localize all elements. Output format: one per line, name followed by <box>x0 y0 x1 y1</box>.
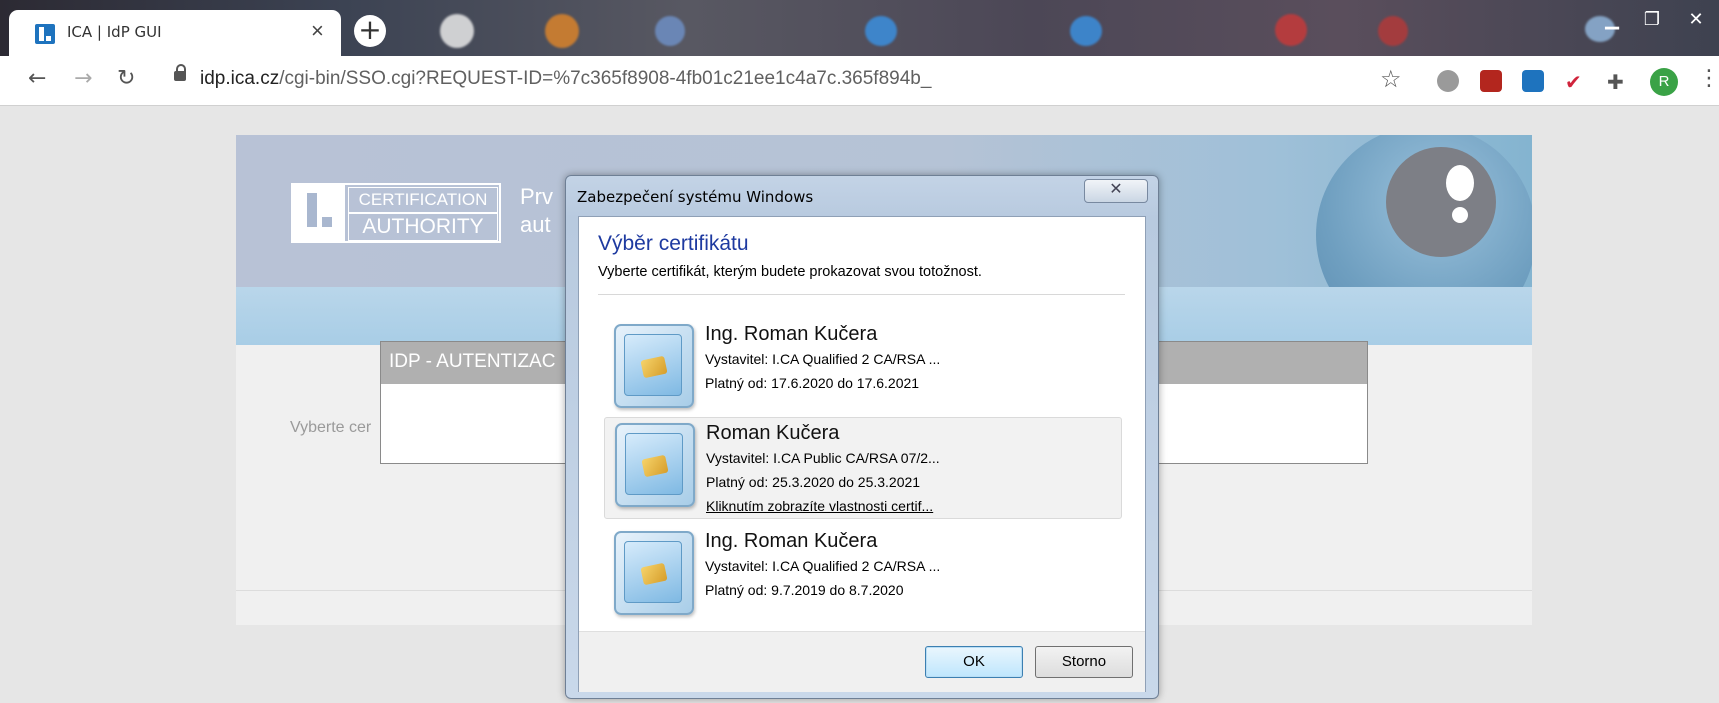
certificate-item-selected[interactable]: Roman Kučera Vystavitel: I.CA Public CA/… <box>604 417 1122 519</box>
close-window-button[interactable]: ✕ <box>1676 8 1716 34</box>
logo-text-authority: AUTHORITY <box>348 213 498 241</box>
dialog-separator <box>598 294 1125 295</box>
profile-avatar[interactable]: R <box>1650 68 1678 96</box>
windows-security-dialog: Zabezpečení systému Windows ✕ Výběr cert… <box>565 175 1159 699</box>
certificate-issuer: Vystavitel: I.CA Public CA/RSA 07/2... <box>706 450 940 466</box>
browser-toolbar: ← → ↻ idp.ica.cz/cgi-bin/SSO.cgi?REQUEST… <box>0 56 1719 106</box>
url-host: idp.ica.cz <box>200 68 280 89</box>
smartcard-icon <box>615 423 695 507</box>
certificate-validity: Platný od: 17.6.2020 do 17.6.2021 <box>705 375 920 391</box>
logo-text-certification: CERTIFICATION <box>348 187 498 213</box>
ok-button[interactable]: OK <box>925 646 1023 678</box>
dialog-heading: Výběr certifikátu <box>598 232 749 255</box>
cancel-button[interactable]: Storno <box>1035 646 1133 678</box>
banner-headline-line1: Prv <box>520 184 553 209</box>
reload-icon[interactable]: ↻ <box>117 66 135 91</box>
address-bar[interactable]: idp.ica.cz/cgi-bin/SSO.cgi?REQUEST-ID=%7… <box>200 68 931 90</box>
taskbar-app-icon <box>545 14 579 48</box>
taskbar-app-icon <box>1070 16 1102 46</box>
lock-icon[interactable] <box>174 64 186 81</box>
select-certificate-label: Vyberte cer <box>290 419 372 436</box>
taskbar-app-icon <box>1275 14 1307 46</box>
certificate-issuer: Vystavitel: I.CA Qualified 2 CA/RSA ... <box>705 558 941 574</box>
minimize-button[interactable]: ▁ <box>1592 8 1632 34</box>
new-tab-button[interactable]: + <box>354 15 386 47</box>
certificate-validity: Platný od: 25.3.2020 do 25.3.2021 <box>706 474 921 490</box>
maximize-button[interactable]: ❐ <box>1632 8 1672 34</box>
tab-title: ICA | IdP GUI <box>67 23 162 41</box>
bookmark-star-icon[interactable]: ☆ <box>1380 65 1402 93</box>
close-icon: ✕ <box>1109 181 1123 198</box>
smartcard-icon <box>614 531 694 615</box>
ica-extension-icon[interactable] <box>1522 70 1544 92</box>
dialog-close-button[interactable]: ✕ <box>1084 179 1148 203</box>
certificate-issuer: Vystavitel: I.CA Qualified 2 CA/RSA ... <box>705 351 941 367</box>
dialog-footer: OK Storno <box>579 631 1145 692</box>
certificate-properties-link[interactable]: Kliknutím zobrazíte vlastnosti certif... <box>706 498 933 514</box>
banner-headline-line2: aut <box>520 212 551 237</box>
ica-favicon-icon <box>35 24 55 44</box>
smartcard-icon <box>614 324 694 408</box>
certificate-item[interactable]: Ing. Roman Kučera Vystavitel: I.CA Quali… <box>604 319 1120 419</box>
certificate-name: Roman Kučera <box>706 422 840 444</box>
ica-logo: CERTIFICATION AUTHORITY <box>291 183 501 243</box>
url-path: /cgi-bin/SSO.cgi?REQUEST-ID=%7c365f8908-… <box>279 68 932 89</box>
dialog-title: Zabezpečení systému Windows <box>577 188 814 206</box>
certificate-name: Ing. Roman Kučera <box>705 530 878 552</box>
extension-circle-icon[interactable] <box>1437 70 1459 92</box>
certificate-item[interactable]: Ing. Roman Kučera Vystavitel: I.CA Quali… <box>604 526 1120 626</box>
kebab-menu-icon[interactable]: ⋮ <box>1698 66 1719 91</box>
puzzle-icon[interactable]: ✚ <box>1607 70 1629 94</box>
eye-pupil <box>1386 147 1496 257</box>
certificate-name: Ing. Roman Kučera <box>705 323 878 345</box>
eye-glint <box>1452 207 1468 223</box>
auth-section-title: IDP - AUTENTIZAC <box>389 351 556 372</box>
taskbar-app-icon <box>1378 16 1408 46</box>
dialog-content: Výběr certifikátu Vyberte certifikát, kt… <box>578 216 1146 692</box>
taskbar-app-icon <box>440 14 474 48</box>
dialog-subtitle: Vyberte certifikát, kterým budete prokaz… <box>598 264 982 280</box>
tab-close-icon[interactable]: × <box>311 18 324 44</box>
pocket-extension-icon[interactable]: ✔ <box>1565 70 1587 94</box>
back-arrow-icon[interactable]: ← <box>28 66 46 91</box>
taskbar-app-icon <box>655 16 685 46</box>
certificate-validity: Platný od: 9.7.2019 do 8.7.2020 <box>705 582 904 598</box>
taskbar-app-icon <box>865 16 897 46</box>
browser-tab-active[interactable]: ICA | IdP GUI × <box>9 10 341 56</box>
tab-strip: ICA | IdP GUI × + ▁ ❐ ✕ <box>0 0 1719 56</box>
forward-arrow-icon[interactable]: → <box>74 66 92 91</box>
acrobat-extension-icon[interactable] <box>1480 70 1502 92</box>
eye-glint <box>1446 165 1474 201</box>
ica-logo-mark-icon <box>293 185 345 241</box>
